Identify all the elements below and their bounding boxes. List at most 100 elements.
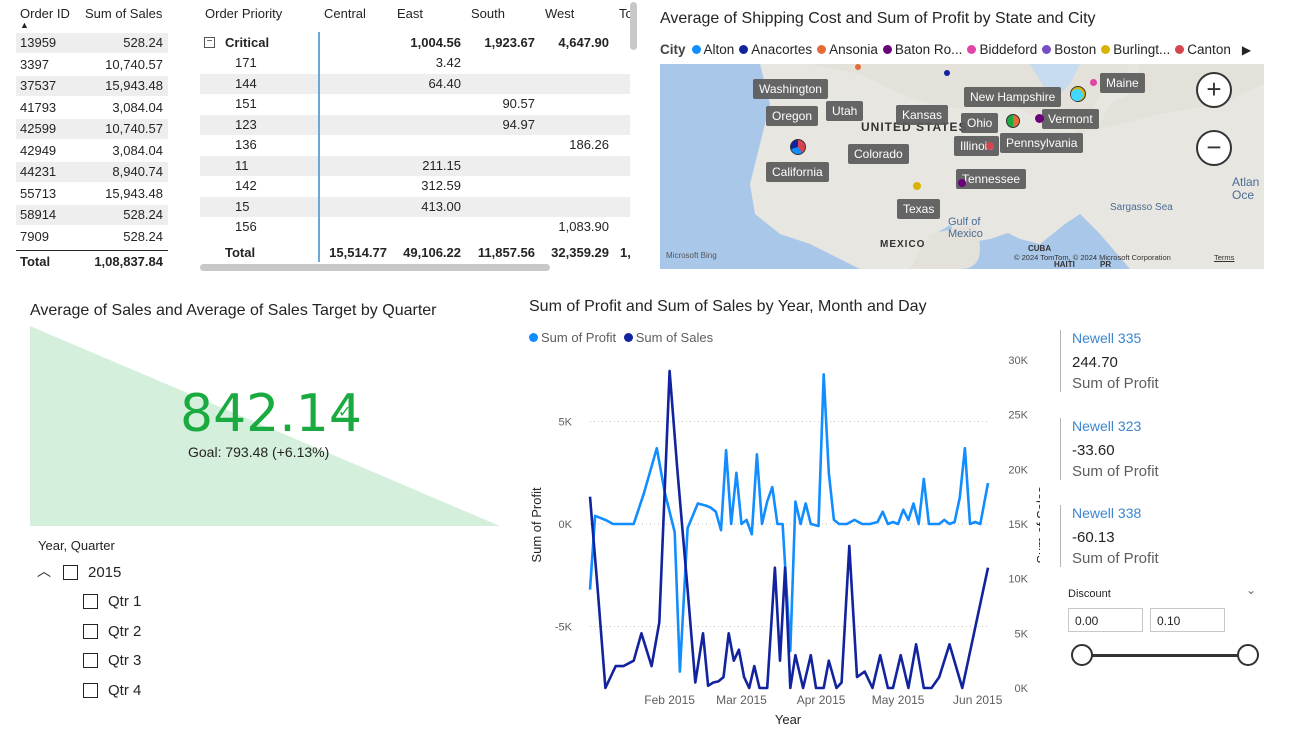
table-row[interactable]: 41793 3,084.04	[16, 98, 168, 118]
order-id-cell: 44231	[20, 164, 57, 179]
map-bubble[interactable]	[1035, 114, 1044, 123]
y-axis-left-title: Sum of Profit	[529, 487, 544, 563]
column-header-east[interactable]: East	[397, 6, 423, 21]
legend-item-city[interactable]: Baton Ro...	[882, 42, 962, 57]
matrix-row[interactable]: 11 211.15	[200, 155, 630, 176]
state-label[interactable]: Colorado	[848, 144, 909, 164]
legend-item-profit[interactable]: Sum of Profit	[529, 330, 616, 345]
collapse-icon[interactable]: −	[204, 37, 215, 48]
quarter-checkbox[interactable]	[83, 653, 98, 668]
legend-item-sales[interactable]: Sum of Sales	[623, 330, 713, 345]
state-label[interactable]: Texas	[897, 199, 941, 219]
map-bubble[interactable]	[790, 139, 806, 155]
quarter-checkbox[interactable]	[83, 623, 98, 639]
zoom-out-button[interactable]: −	[1196, 130, 1232, 166]
card-label: Sum of Profit	[1072, 463, 1159, 480]
y-tick-left: 0K	[559, 519, 573, 531]
column-header-south[interactable]: South	[471, 6, 505, 21]
matrix-row[interactable]: 171 3.42	[200, 53, 630, 73]
legend-dot	[1101, 45, 1111, 54]
legend-next-arrow-icon[interactable]: ▶	[1242, 43, 1251, 57]
year-checkbox[interactable]	[63, 565, 78, 580]
map-bubble[interactable]	[1090, 79, 1097, 86]
map-canvas[interactable]: UNITED STATES MEXICO Gulf of Mexico Sarg…	[660, 64, 1264, 269]
table-row[interactable]: 3397 10,740.57	[16, 55, 168, 75]
table-row[interactable]: 42599 10,740.57	[16, 119, 168, 139]
matrix-group-row[interactable]: − Critical 1,004.56 1,923.67 4,647.90	[200, 33, 630, 53]
quarter-checkbox[interactable]	[83, 682, 98, 698]
column-header-sum-of-sales[interactable]: Sum of Sales	[85, 6, 162, 21]
discount-min-input[interactable]: 0.00	[1068, 608, 1143, 632]
discount-slider-track[interactable]	[1082, 654, 1248, 657]
state-label[interactable]: Oregon	[766, 106, 819, 126]
legend-item-city[interactable]: Canton	[1175, 42, 1231, 57]
table-row[interactable]: 13959 528.24	[16, 33, 168, 53]
column-header-central[interactable]: Central	[324, 6, 366, 21]
discount-slider-min-handle[interactable]	[1071, 644, 1093, 666]
matrix-row-id: 144	[235, 75, 257, 91]
priority-matrix: Order Priority Central East South West T…	[200, 0, 638, 272]
multi-row-card[interactable]: Newell 335 244.70 Sum of Profit	[1060, 330, 1222, 392]
map-bubble[interactable]	[1006, 114, 1020, 128]
legend-item-city[interactable]: Burlingt...	[1101, 42, 1170, 57]
legend-item-city[interactable]: Alton	[691, 42, 734, 57]
vertical-scrollbar[interactable]	[630, 2, 637, 50]
column-header-west[interactable]: West	[545, 6, 574, 21]
legend-item-city[interactable]: Boston	[1042, 42, 1096, 57]
matrix-row-id: 142	[235, 178, 257, 193]
map-bubble[interactable]	[944, 70, 950, 76]
legend-item-city[interactable]: Anacortes	[739, 42, 812, 57]
profit-series-line[interactable]	[588, 372, 990, 673]
matrix-row[interactable]: 136 186.26	[200, 135, 630, 155]
column-header-order-id[interactable]: Order ID	[20, 6, 70, 21]
horizontal-scrollbar[interactable]	[200, 264, 550, 271]
state-label[interactable]: Tennessee	[956, 169, 1027, 189]
zoom-in-button[interactable]: +	[1196, 72, 1232, 108]
sales-cell: 3,084.04	[112, 142, 163, 158]
sales-series-line[interactable]	[588, 369, 990, 690]
map-bubble[interactable]	[913, 182, 921, 190]
table-row[interactable]: 42949 3,084.04	[16, 141, 168, 161]
state-label[interactable]: California	[766, 162, 829, 182]
matrix-row[interactable]: 123 94.97	[200, 114, 630, 135]
map-attribution: © 2024 TomTom, © 2024 Microsoft Corporat…	[1014, 253, 1171, 262]
quarter-checkbox[interactable]	[83, 594, 98, 609]
state-label[interactable]: Washington	[753, 79, 828, 99]
map-bubble[interactable]	[1071, 89, 1083, 101]
discount-slider-max-handle[interactable]	[1237, 644, 1259, 666]
matrix-row[interactable]: 151 90.57	[200, 94, 630, 114]
matrix-row[interactable]: 142 312.59	[200, 176, 630, 196]
map-bubble[interactable]	[855, 64, 861, 70]
map-bubble[interactable]	[958, 179, 966, 187]
table-row[interactable]: 7909 528.24	[16, 227, 168, 247]
chevron-down-icon[interactable]: ⌄	[1246, 583, 1256, 597]
state-label[interactable]: Kansas	[896, 105, 949, 125]
multi-row-card[interactable]: Newell 338 -60.13 Sum of Profit	[1060, 505, 1222, 567]
chevron-up-icon[interactable]: ︿	[37, 561, 51, 581]
matrix-row[interactable]: 156 1,083.90	[200, 217, 630, 237]
state-label[interactable]: Vermont	[1042, 109, 1099, 129]
state-label[interactable]: Ohio	[961, 113, 999, 133]
table-row[interactable]: 37537 15,943.48	[16, 76, 168, 96]
state-label[interactable]: Pennsylvania	[1000, 133, 1084, 153]
table-row[interactable]: 55713 15,943.48	[16, 184, 168, 204]
discount-max-input[interactable]: 0.10	[1150, 608, 1225, 632]
line-chart[interactable]: -5K 0K 5K 0K 5K 10K 15K 20K 25K 30K Feb 2015 Mar 20…	[520, 350, 1040, 730]
legend-item-city[interactable]: Ansonia	[817, 42, 878, 57]
matrix-row[interactable]: 15 413.00	[200, 196, 630, 217]
state-label[interactable]: Maine	[1100, 73, 1145, 93]
matrix-row-id: 11	[235, 157, 249, 173]
terms-link[interactable]: Terms	[1214, 253, 1234, 262]
table-row[interactable]: 58914 528.24	[16, 205, 168, 225]
y-axis-right-title: Sum of Sales	[1034, 486, 1040, 564]
multi-row-card[interactable]: Newell 323 -33.60 Sum of Profit	[1060, 418, 1222, 480]
column-header-order-priority[interactable]: Order Priority	[205, 6, 282, 21]
map-bubble[interactable]	[986, 142, 994, 150]
state-label[interactable]: Utah	[826, 101, 864, 121]
state-label[interactable]: New Hampshire	[964, 87, 1062, 107]
legend-item-city[interactable]: Biddeford	[967, 42, 1037, 57]
matrix-row[interactable]: 144 64.40	[200, 73, 630, 94]
table-row[interactable]: 44231 8,940.74	[16, 162, 168, 182]
legend-dot	[1175, 45, 1185, 54]
matrix-cell: 3.42	[435, 55, 461, 70]
